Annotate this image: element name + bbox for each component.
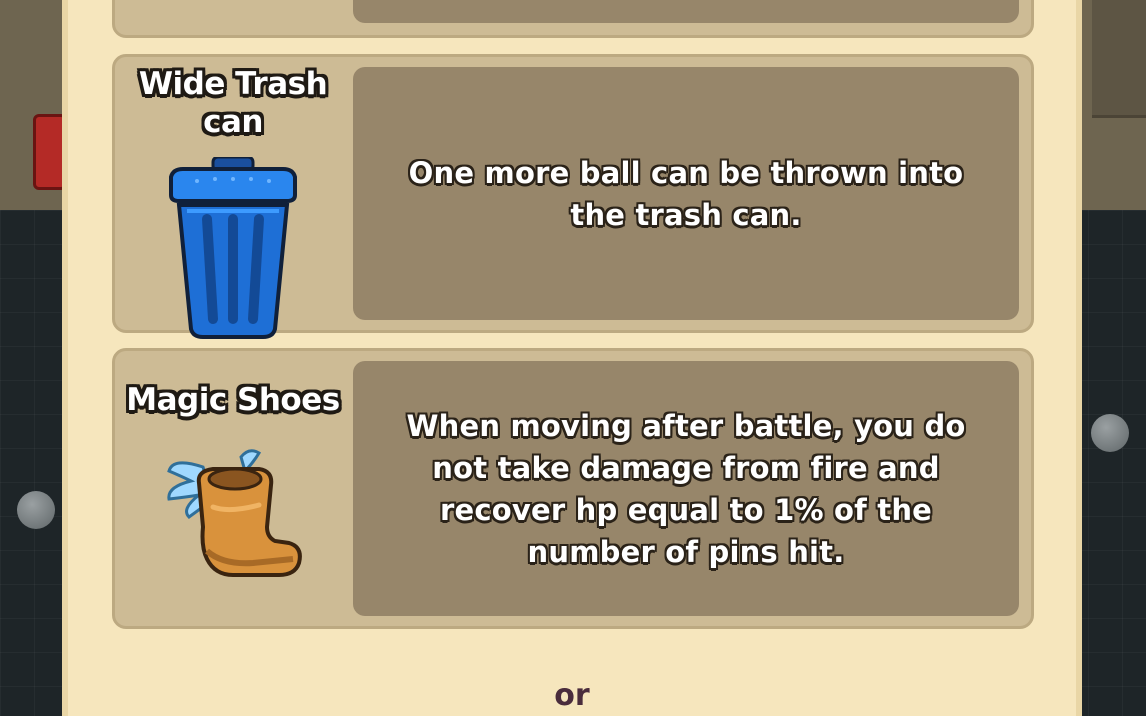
item-description: One more ball can be thrown into the tra… [408,155,964,232]
reward-card-previous[interactable] [112,0,1034,38]
reward-card-magic-shoes[interactable]: Magic Shoes When moving after battle, yo… [112,348,1034,629]
description-box [353,0,1019,23]
or-separator: or [554,678,590,713]
winged-boot-icon [163,447,307,591]
wall-right-inner [1092,0,1146,118]
reward-card-wide-trash-can[interactable]: Wide Trash can One more ball can be thro… [112,54,1034,339]
trash-can-icon [167,155,299,351]
pin-dot-left [17,491,55,529]
item-name: Magic Shoes [126,382,340,418]
item-description: When moving after battle, you do not tak… [406,408,966,569]
reward-choice-panel: Wide Trash can One more ball can be thro… [62,0,1082,716]
description-box: One more ball can be thrown into the tra… [353,67,1019,320]
item-name: Wide Trash can [138,66,328,140]
pin-dot-right [1091,414,1129,452]
description-box: When moving after battle, you do not tak… [353,361,1019,616]
